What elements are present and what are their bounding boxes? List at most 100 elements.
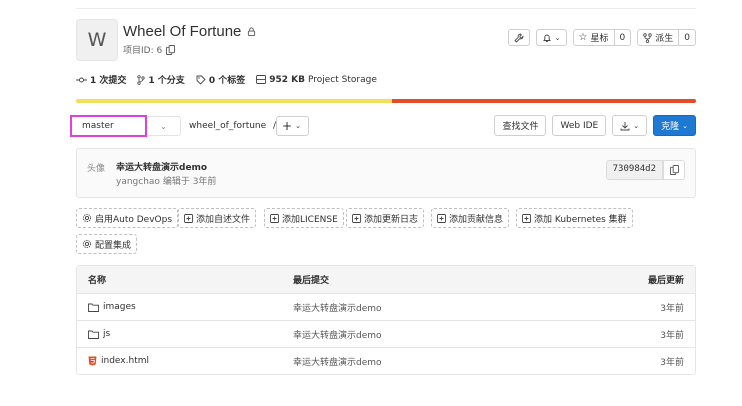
commits-stat[interactable]: 1 次提交 xyxy=(76,73,126,86)
fork-label: 派生 xyxy=(655,34,674,44)
chevron-down-icon: ⌄ xyxy=(633,121,640,130)
star-button[interactable]: ☆ 星标 xyxy=(572,29,615,46)
file-name[interactable]: images xyxy=(103,302,136,312)
html5-icon xyxy=(88,356,97,366)
add-file-dropdown[interactable]: + ⌄ xyxy=(276,116,309,136)
download-icon xyxy=(620,121,630,130)
copy-sha-button[interactable] xyxy=(663,160,685,180)
commits-count: 1 次提交 xyxy=(90,76,127,86)
star-count[interactable]: 0 xyxy=(614,29,632,46)
wrench-icon xyxy=(514,33,524,43)
commit-author[interactable]: yangchao xyxy=(116,177,160,187)
fork-button[interactable]: 派生 xyxy=(637,29,680,46)
commit-time: 3年前 xyxy=(192,177,217,187)
project-id-row: 项目ID: 6 xyxy=(123,43,176,56)
project-title-row: Wheel Of Fortune xyxy=(123,23,256,40)
file-name[interactable]: js xyxy=(103,329,110,339)
file-commit[interactable]: 幸运大转盘演示demo xyxy=(282,355,522,368)
commit-icon xyxy=(76,77,87,82)
star-label: 星标 xyxy=(590,34,609,44)
branch-selector[interactable]: master xyxy=(70,115,147,137)
suggestion-label: 添加更新日志 xyxy=(364,214,419,225)
table-row[interactable]: images 幸运大转盘演示demo 3年前 xyxy=(77,293,695,320)
breadcrumb: wheel_of_fortune / xyxy=(189,121,276,131)
plus-square-icon xyxy=(270,213,279,223)
commit-title[interactable]: 幸运大转盘演示demo xyxy=(116,160,207,173)
storage-label: Project Storage xyxy=(307,74,377,85)
tags-stat[interactable]: 0 个标签 xyxy=(196,73,245,86)
commit-sha[interactable]: 730984d2 xyxy=(605,160,663,180)
download-dropdown[interactable]: ⌄ xyxy=(612,115,648,136)
find-file-button[interactable]: 查找文件 xyxy=(494,115,547,136)
fork-count[interactable]: 0 xyxy=(679,29,696,46)
storage-value: 952 KB xyxy=(269,74,305,85)
add-kubernetes-cluster-button[interactable]: 添加 Kubernetes 集群 xyxy=(516,208,633,228)
project-stats: 1 次提交 1 个分支 0 个标签 952 KB Project Storage xyxy=(76,73,377,86)
plus-square-icon xyxy=(522,213,531,223)
table-row[interactable]: js 幸运大转盘演示demo 3年前 xyxy=(77,320,695,347)
add-license-button[interactable]: 添加LICENSE xyxy=(264,208,344,228)
add-contributing-button[interactable]: 添加贡献信息 xyxy=(431,208,510,228)
tag-icon xyxy=(196,75,206,85)
project-id: 项目ID: 6 xyxy=(123,46,163,56)
file-name[interactable]: index.html xyxy=(101,356,149,366)
branch-dropdown-toggle[interactable]: ⌄ xyxy=(147,116,181,136)
plus-square-icon xyxy=(352,213,361,223)
file-name-cell: images xyxy=(77,302,282,312)
configure-integrations-button[interactable]: 配置集成 xyxy=(76,234,138,254)
add-changelog-button[interactable]: 添加更新日志 xyxy=(346,208,425,228)
tags-count: 0 个标签 xyxy=(208,76,246,86)
commit-action: 编辑于 xyxy=(162,177,190,187)
star-group: ☆ 星标 0 xyxy=(572,29,632,46)
clone-dropdown[interactable]: 克隆 ⌄ xyxy=(653,115,696,136)
table-header: 名称 最后提交 最后更新 xyxy=(77,266,695,293)
file-name-cell: index.html xyxy=(77,356,282,366)
chevron-down-icon: ⌄ xyxy=(682,121,688,130)
storage-icon xyxy=(256,75,267,84)
star-icon: ☆ xyxy=(578,32,588,43)
language-segment xyxy=(76,99,393,103)
chevron-down-icon: ⌄ xyxy=(554,33,561,42)
commit-meta: yangchao 编辑于 3年前 xyxy=(116,174,216,187)
branch-icon xyxy=(137,74,146,85)
file-commit[interactable]: 幸运大转盘演示demo xyxy=(282,301,522,314)
table-row[interactable]: index.html 幸运大转盘演示demo 3年前 xyxy=(77,347,695,374)
web-ide-button[interactable]: Web IDE xyxy=(552,115,607,136)
project-header-actions: ⌄ ☆ 星标 0 派生 0 xyxy=(507,29,696,46)
file-updated: 3年前 xyxy=(660,330,684,341)
suggestion-label: 配置集成 xyxy=(95,240,132,251)
project-avatar: W xyxy=(76,19,118,61)
suggestion-label: 添加 Kubernetes 集群 xyxy=(534,214,627,225)
plus-square-icon xyxy=(184,213,193,223)
bell-icon xyxy=(542,34,551,42)
breadcrumb-project[interactable]: wheel_of_fortune xyxy=(189,121,266,131)
chevron-down-icon: ⌄ xyxy=(160,121,167,131)
top-divider xyxy=(76,8,696,9)
plus-icon: + xyxy=(282,119,293,133)
copy-icon[interactable] xyxy=(166,44,176,55)
branches-stat[interactable]: 1 个分支 xyxy=(137,73,185,86)
repository-language-bar xyxy=(76,99,696,103)
commit-author-avatar[interactable]: 头像 xyxy=(87,161,107,181)
notification-dropdown[interactable]: ⌄ xyxy=(535,29,567,46)
lock-icon xyxy=(248,27,256,36)
settings-button[interactable] xyxy=(507,29,530,46)
file-commit[interactable]: 幸运大转盘演示demo xyxy=(282,328,522,341)
fork-icon xyxy=(643,32,652,43)
column-name-header: 名称 xyxy=(88,276,107,286)
repo-actions: 查找文件 Web IDE ⌄ 克隆 ⌄ xyxy=(494,115,696,136)
project-title[interactable]: Wheel Of Fortune xyxy=(123,23,241,40)
add-readme-button[interactable]: 添加自述文件 xyxy=(178,208,257,228)
plus-square-icon xyxy=(437,213,446,223)
suggestion-label: 添加LICENSE xyxy=(282,214,338,225)
file-updated: 3年前 xyxy=(660,357,684,368)
suggestion-label: 添加贡献信息 xyxy=(449,214,504,225)
enable-auto-devops-button[interactable]: 启用Auto DevOps xyxy=(76,208,179,228)
storage-stat: 952 KB Project Storage xyxy=(256,75,377,85)
file-table: 名称 最后提交 最后更新 images 幸运大转盘演示demo 3年前 js 幸… xyxy=(76,265,696,375)
folder-icon xyxy=(88,330,99,339)
branches-count: 1 个分支 xyxy=(148,76,185,86)
gear-icon xyxy=(82,239,92,249)
fork-group: 派生 0 xyxy=(637,29,696,46)
suggestion-label: 启用Auto DevOps xyxy=(95,214,173,225)
